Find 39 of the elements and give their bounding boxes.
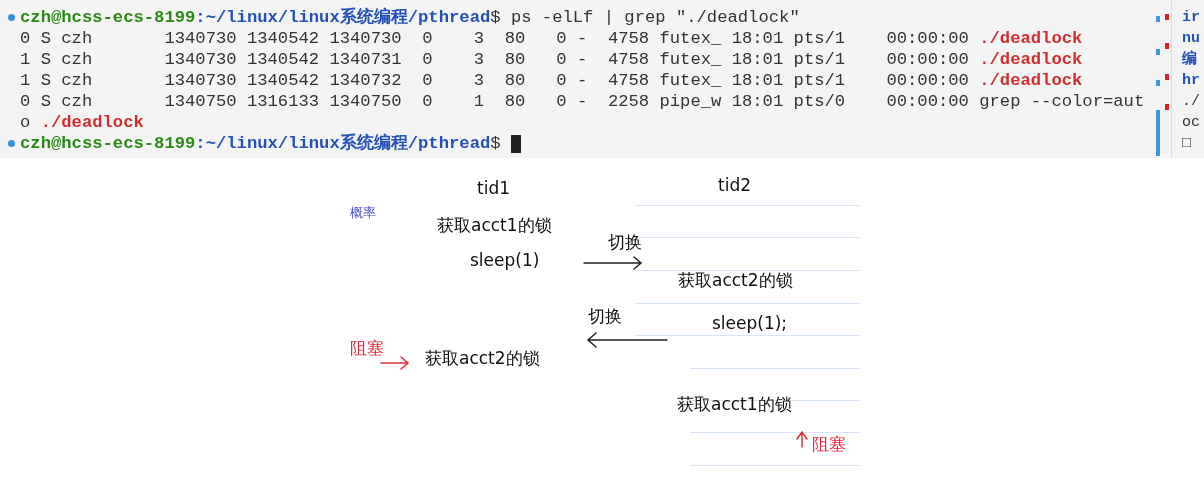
code-text: oc [1182,114,1200,131]
arrow-icon [380,354,410,372]
terminal-text: 1 S czh 1340730 1340542 1340731 0 3 80 0 - 4758 futex_ 18:01 pts/1 00:00:00 [20,49,970,70]
arrow-icon [586,330,668,350]
handwritten-note: 切换 [588,306,622,328]
terminal-text: 1 S czh 1340730 1340542 1340732 0 3 80 0 - 4758 futex_ 18:01 pts/1 00:00:00 [20,70,970,91]
arrow-icon [795,430,809,448]
code-text: hr [1182,72,1200,89]
matched-text: ./deadlock [979,70,1083,91]
code-text: ./ [1182,93,1200,110]
handwritten-note: sleep(1); [712,313,788,335]
prompt-user: czh@hcss-ecs-8199 [20,7,196,28]
code-text: □ [1182,135,1191,152]
note-label: 概率 [350,205,376,222]
thread-heading: tid1 [477,178,510,200]
matched-text: ./deadlock [979,28,1083,49]
handwritten-note: 切换 [608,232,642,254]
prompt-user: czh@hcss-ecs-8199 [20,133,196,154]
thread-heading: tid2 [718,175,751,197]
prompt-path: :~/linux/linux系统编程/pthread [195,133,491,154]
code-text: nu [1182,30,1200,47]
handwritten-note: sleep(1) [470,250,540,272]
matched-text: ./deadlock [979,49,1083,70]
handwritten-note: 获取acct2的锁 [425,348,540,370]
matched-text: ./deadlock [40,112,144,133]
blocked-note: 阻塞 [350,338,384,360]
code-text: 编 [1182,51,1197,68]
handwritten-note: 获取acct2的锁 [678,270,793,292]
blocked-note: 阻塞 [812,434,846,456]
code-text: ir [1182,9,1200,26]
terminal-text: $ [490,133,502,154]
terminal-text: 0 S czh 1340730 1340542 1340730 0 3 80 0 - 4758 futex_ 18:01 pts/1 00:00:00 [20,28,970,49]
terminal-text: $ ps -elLf | grep "./deadlock" [490,7,800,28]
terminal-text: o [20,112,32,133]
arrow-icon [583,254,643,272]
handwritten-note: 获取acct1的锁 [437,215,552,237]
handwritten-note: 获取acct1的锁 [677,394,792,416]
prompt-path: :~/linux/linux系统编程/pthread [195,7,491,28]
terminal-text: 0 S czh 1340750 1316133 1340750 0 1 80 0 - 2258 pipe_w 18:01 pts/0 00:00:00 grep --color=aut [20,91,1145,112]
